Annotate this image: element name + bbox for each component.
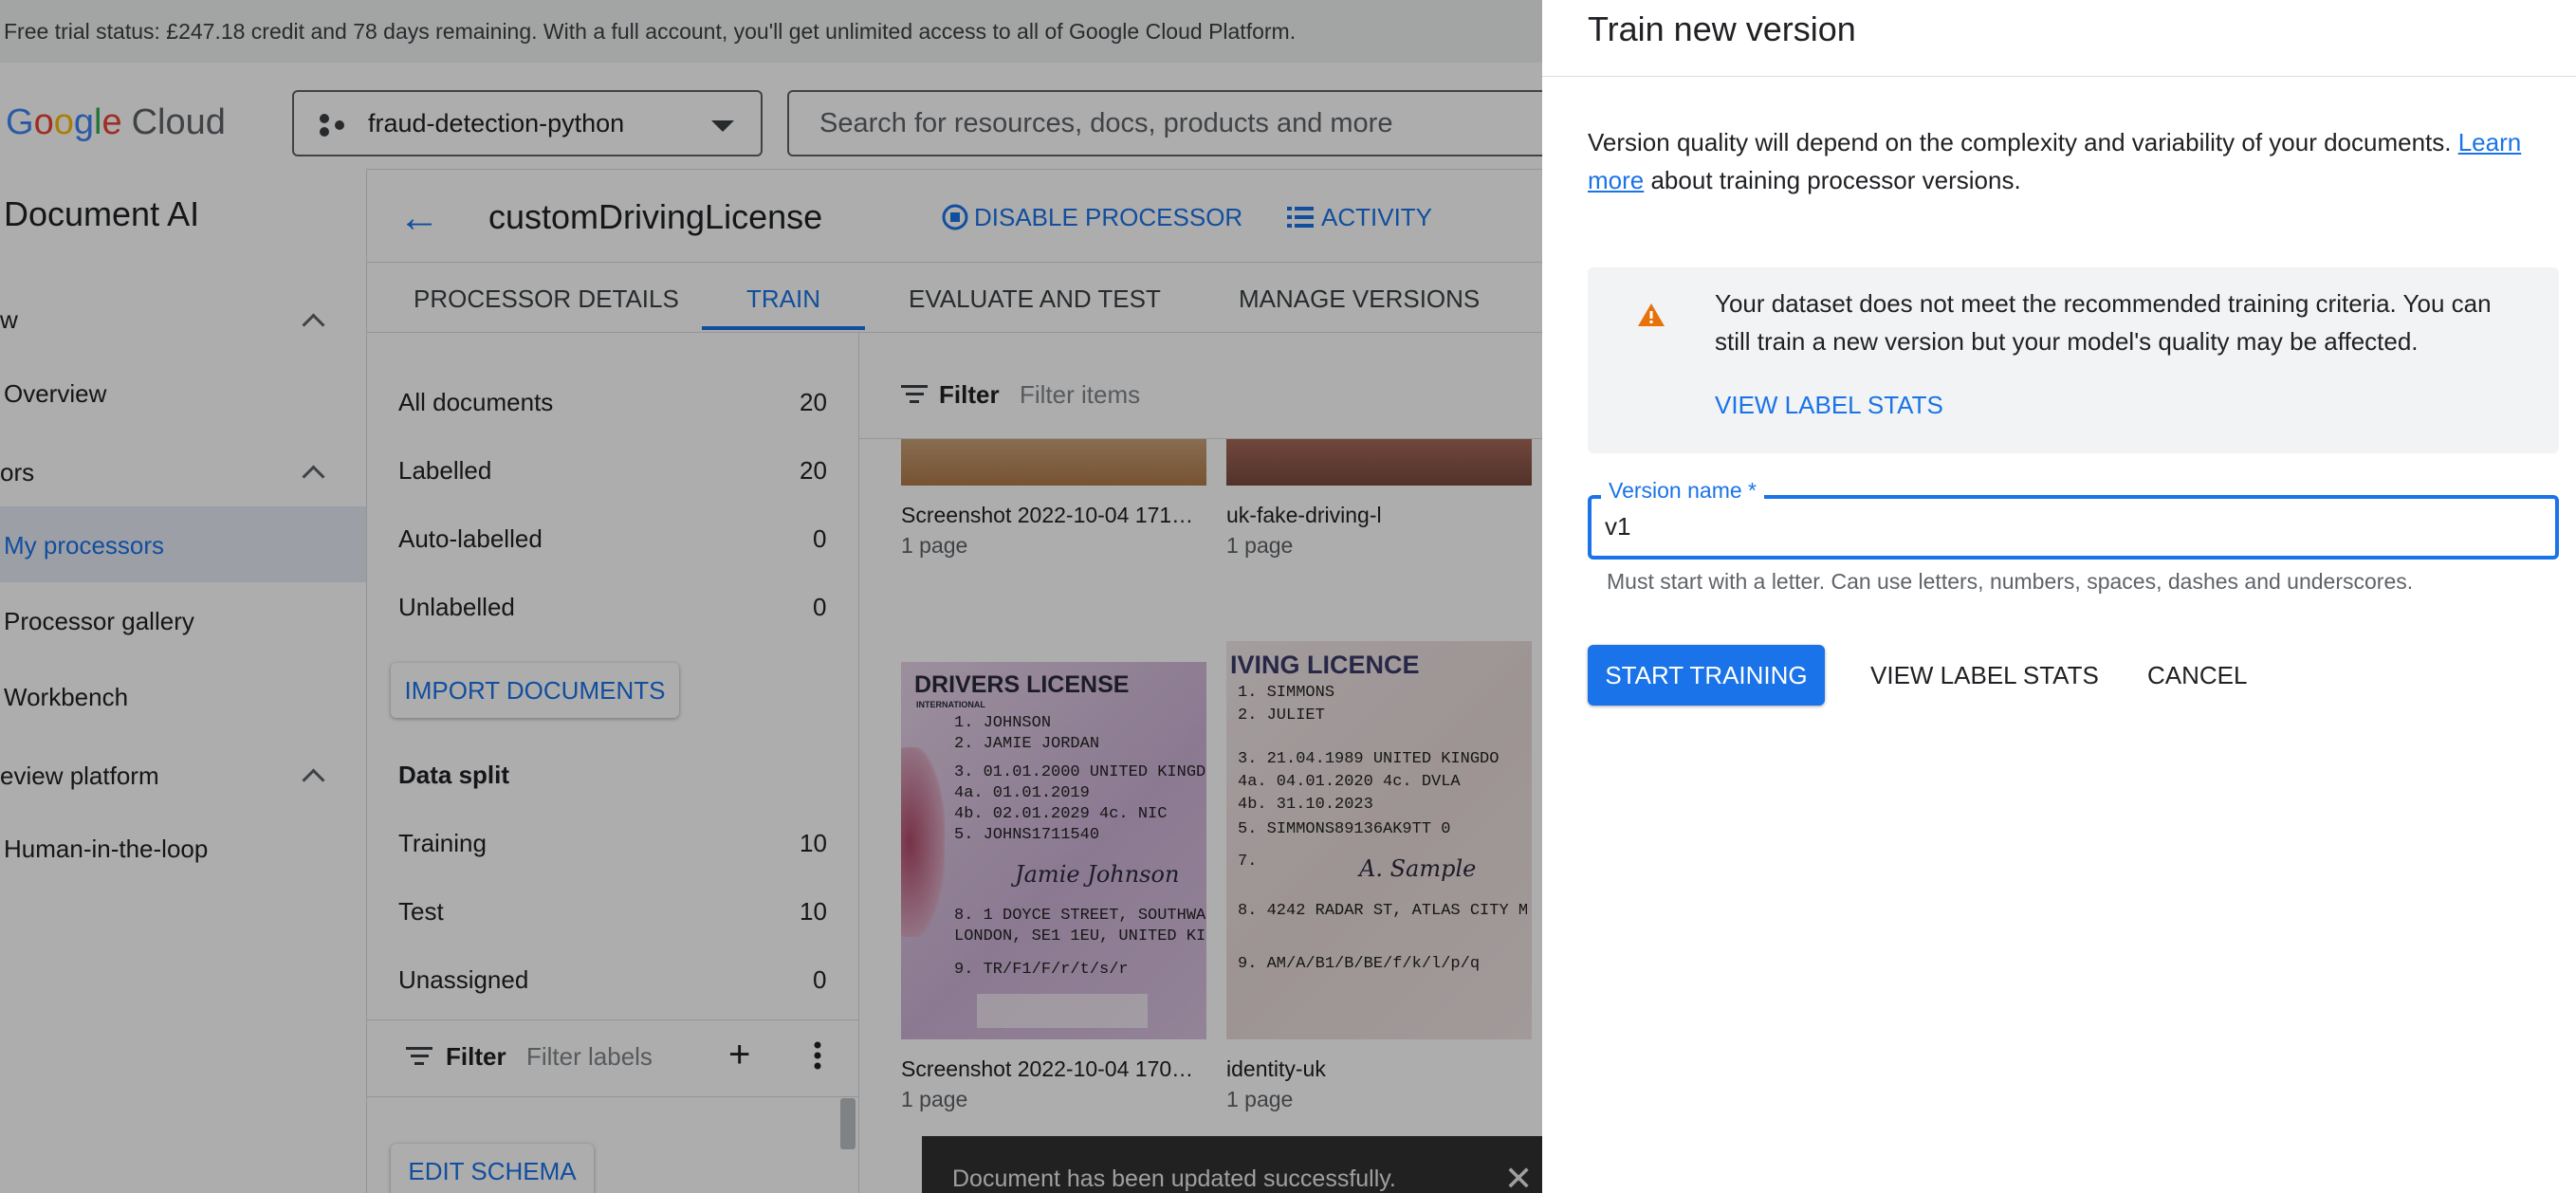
panel-title: Train new version — [1588, 9, 1856, 48]
divider — [1542, 76, 2576, 77]
version-name-label: Version name * — [1601, 478, 1764, 504]
panel-description: Version quality will depend on the compl… — [1588, 123, 2546, 199]
modal-scrim[interactable] — [0, 0, 1542, 1193]
warning-icon — [1638, 303, 1665, 326]
version-name-field[interactable] — [1588, 495, 2559, 560]
start-training-button[interactable]: START TRAINING — [1588, 645, 1825, 706]
view-label-stats-link[interactable]: VIEW LABEL STATS — [1715, 391, 1943, 420]
version-name-input[interactable]: v1 — [1605, 512, 1630, 541]
description-text: Version quality will depend on the compl… — [1588, 128, 2458, 156]
train-version-panel: Train new version Version quality will d… — [1542, 0, 2576, 1193]
version-name-hint: Must start with a letter. Can use letter… — [1607, 569, 2414, 594]
description-text: about training processor versions. — [1644, 166, 2021, 194]
warning-text: Your dataset does not meet the recommend… — [1715, 289, 2492, 356]
cancel-button[interactable]: CANCEL — [2147, 645, 2247, 706]
view-label-stats-button[interactable]: VIEW LABEL STATS — [1870, 645, 2099, 706]
